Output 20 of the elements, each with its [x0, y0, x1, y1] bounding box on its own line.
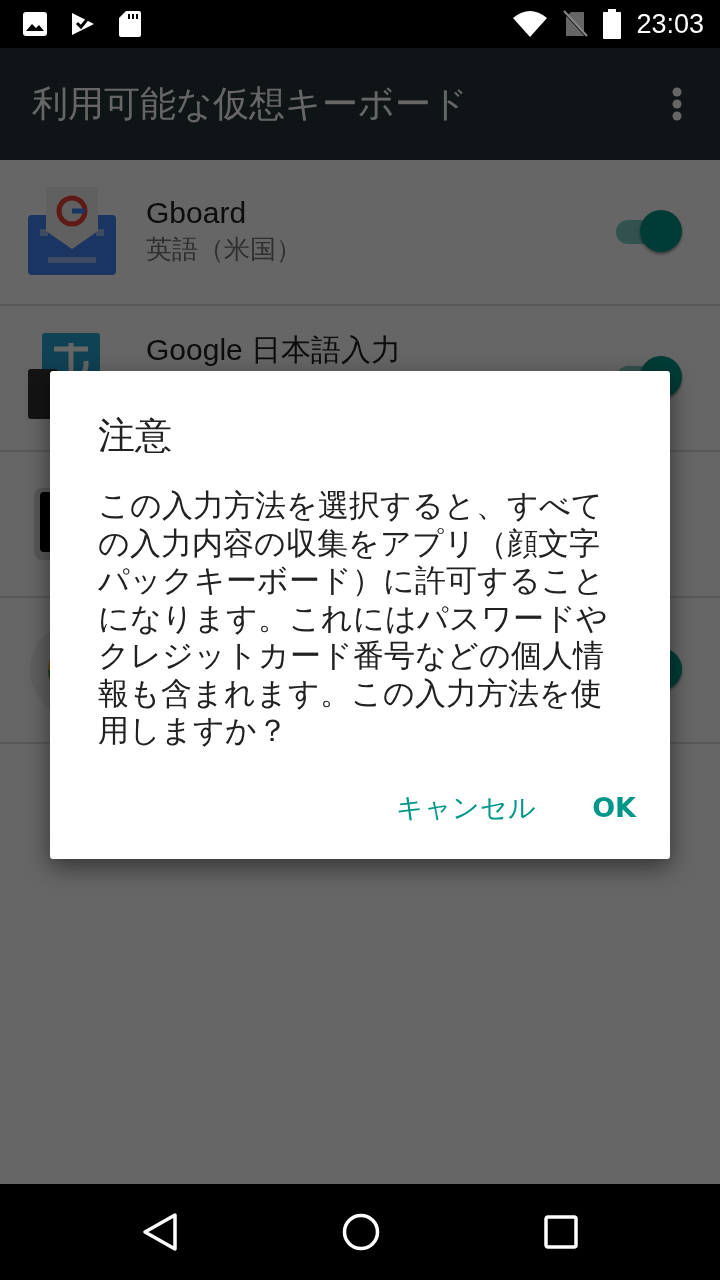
back-icon[interactable]: [142, 1212, 178, 1252]
dialog-message: この入力方法を選択すると、すべての入力内容の収集をアプリ（顔文字パックキーボード）に許可することになります。これにはパスワードやクレジットカード番号などの個人情報も含まれます。この入力方法を使用しますか？: [98, 487, 609, 750]
keyboard-name: Gboard: [146, 196, 248, 230]
wifi-icon: [512, 10, 549, 38]
no-sim-icon: [562, 10, 589, 38]
check-flag-icon: [70, 11, 96, 37]
ok-button[interactable]: OK: [576, 779, 652, 836]
sd-card-icon: [118, 10, 142, 38]
more-options-icon[interactable]: [672, 87, 682, 121]
cancel-button[interactable]: キャンセル: [380, 779, 553, 836]
app-bar-title: 利用可能な仮想キーボード: [32, 81, 468, 126]
keyboard-icon: [28, 187, 116, 277]
recents-icon[interactable]: [544, 1215, 578, 1249]
home-icon[interactable]: [342, 1213, 380, 1251]
image-icon: [22, 11, 48, 37]
battery-icon: [602, 9, 623, 39]
keyboard-name: Google 日本語入力: [146, 332, 403, 368]
status-time: 23:03: [636, 8, 704, 40]
toggle-switch[interactable]: [616, 212, 680, 252]
dialog-title: 注意: [98, 413, 172, 459]
